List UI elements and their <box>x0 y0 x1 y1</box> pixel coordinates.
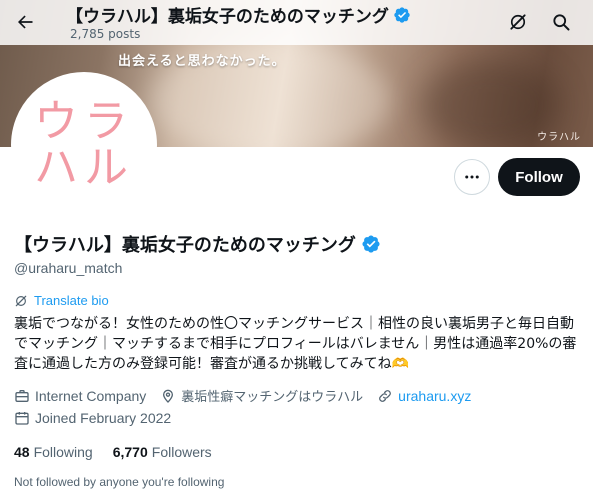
verified-badge-icon <box>393 6 411 24</box>
calendar-icon <box>15 412 29 425</box>
profile-joined-label: Joined February 2022 <box>35 410 172 426</box>
follow-button[interactable]: Follow <box>498 158 580 196</box>
follow-stats: 48 Following 6,770 Followers <box>14 444 232 460</box>
header-title-row: 【ウラハル】裏垢女子のためのマッチング <box>66 2 411 27</box>
profile-category-label: Internet Company <box>35 387 147 404</box>
more-options-button[interactable] <box>454 159 490 195</box>
link-icon <box>379 389 392 402</box>
briefcase-icon <box>15 389 29 402</box>
profile-avatar[interactable]: ウラ ハル <box>11 72 157 218</box>
translate-icon <box>15 295 27 306</box>
followers-label: Followers <box>151 444 212 460</box>
following-count: 48 <box>14 444 30 460</box>
avatar-logo-line2: ハル <box>34 142 134 193</box>
profile-website[interactable]: uraharu.xyz <box>377 388 471 404</box>
posts-count: 2,785 posts <box>70 27 141 41</box>
following-link[interactable]: 48 Following <box>14 444 93 460</box>
user-handle: @uraharu_match <box>14 260 123 276</box>
profile-bio: 裏垢でつながる！女性のための性〇マッチングサービス｜相性の良い裏垢男子と毎日自動… <box>14 316 577 372</box>
more-dots-icon <box>465 175 479 179</box>
translate-bio-label: Translate bio <box>34 293 109 308</box>
mutual-followers-note: Not followed by anyone you're following <box>14 475 225 489</box>
avatar-logo-line1: ウラ <box>34 95 134 147</box>
banner-tagline: 出会えると思わなかった。 <box>118 54 286 69</box>
back-button[interactable] <box>8 5 42 39</box>
banner-logo: ウラハル <box>537 132 581 143</box>
profile-website-link[interactable]: uraharu.xyz <box>398 388 471 404</box>
arrow-left-icon <box>18 15 33 29</box>
profile-meta-row: Internet Company 裏垢性癖マッチングはウラハル uraharu.… <box>14 386 485 405</box>
following-label: Following <box>33 444 93 460</box>
verified-badge-icon[interactable] <box>361 234 381 254</box>
followers-count: 6,770 <box>112 444 148 460</box>
followers-link[interactable]: 6,770 Followers <box>113 444 212 460</box>
profile-location: 裏垢性癖マッチングはウラハル <box>160 386 363 405</box>
search-button[interactable] <box>544 5 578 39</box>
display-name: 【ウラハル】裏垢女子のためのマッチング <box>14 235 356 256</box>
translate-bio-button[interactable]: Translate bio <box>14 293 109 308</box>
grok-icon <box>510 14 526 30</box>
avatar-logo: ウラ ハル <box>15 76 153 214</box>
profile-joined-row: Joined February 2022 <box>14 410 185 426</box>
profile-joined: Joined February 2022 <box>14 410 171 426</box>
location-pin-icon <box>163 389 174 403</box>
profile-header: 【ウラハル】裏垢女子のためのマッチング 2,785 posts <box>0 0 593 45</box>
header-title: 【ウラハル】裏垢女子のためのマッチング <box>66 7 389 27</box>
display-name-row: 【ウラハル】裏垢女子のためのマッチング <box>14 231 381 257</box>
grok-button[interactable] <box>501 5 535 39</box>
search-icon <box>553 14 570 31</box>
profile-location-label: 裏垢性癖マッチングはウラハル <box>181 390 364 405</box>
profile-category: Internet Company <box>14 388 146 404</box>
